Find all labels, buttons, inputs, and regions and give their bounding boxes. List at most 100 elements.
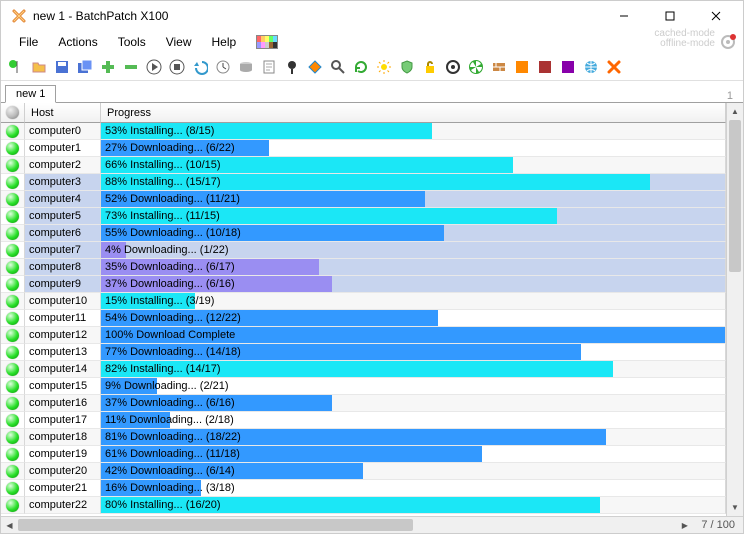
maximize-button[interactable]: [647, 1, 693, 31]
minimize-button[interactable]: [601, 1, 647, 31]
horizontal-scrollbar[interactable]: ◀ ▶ 7 / 100: [1, 516, 743, 533]
table-row[interactable]: computer2280% Installing... (16/20): [1, 497, 726, 514]
page-icon[interactable]: [260, 58, 278, 76]
table-row[interactable]: computer74% Downloading... (1/22): [1, 242, 726, 259]
toolbar: [1, 53, 743, 81]
progress-cell: 61% Downloading... (11/18): [101, 446, 726, 463]
host-cell: computer20: [25, 463, 101, 480]
brick-icon[interactable]: [490, 58, 508, 76]
tab-active[interactable]: new 1: [5, 85, 56, 103]
host-cell: computer16: [25, 395, 101, 412]
titlebar: new 1 - BatchPatch X100: [1, 1, 743, 31]
table-row[interactable]: computer2116% Downloading... (3/18): [1, 480, 726, 497]
disk-icon[interactable]: [237, 58, 255, 76]
progress-cell: 53% Installing... (8/15): [101, 123, 726, 140]
status-orb: [1, 480, 25, 497]
table-row[interactable]: computer1961% Downloading... (11/18): [1, 446, 726, 463]
menu-help[interactable]: Help: [202, 33, 247, 51]
hscroll-thumb[interactable]: [18, 519, 413, 531]
scroll-right-icon[interactable]: ▶: [676, 517, 693, 533]
table-row[interactable]: computer1881% Downloading... (18/22): [1, 429, 726, 446]
host-cell: computer19: [25, 446, 101, 463]
table-row[interactable]: computer573% Installing... (11/15): [1, 208, 726, 225]
minus-icon[interactable]: [122, 58, 140, 76]
progress-cell: 52% Downloading... (11/21): [101, 191, 726, 208]
table-row[interactable]: computer937% Downloading... (6/16): [1, 276, 726, 293]
scroll-left-icon[interactable]: ◀: [1, 517, 18, 533]
table-row[interactable]: computer835% Downloading... (6/17): [1, 259, 726, 276]
globe-icon[interactable]: [582, 58, 600, 76]
status-orb: [1, 140, 25, 157]
table-row[interactable]: computer388% Installing... (15/17): [1, 174, 726, 191]
scroll-down-icon[interactable]: ▼: [727, 499, 743, 516]
progress-cell: 77% Downloading... (14/18): [101, 344, 726, 361]
purple-icon[interactable]: [559, 58, 577, 76]
progress-cell: 37% Downloading... (6/16): [101, 276, 726, 293]
col-host[interactable]: Host: [25, 103, 101, 123]
table-row[interactable]: computer2042% Downloading... (6/14): [1, 463, 726, 480]
x-icon[interactable]: [605, 58, 623, 76]
plus-icon[interactable]: [99, 58, 117, 76]
table-row[interactable]: computer655% Downloading... (10/18): [1, 225, 726, 242]
undo-icon[interactable]: [191, 58, 209, 76]
fan-icon[interactable]: [467, 58, 485, 76]
folder-icon[interactable]: [30, 58, 48, 76]
table-row[interactable]: computer159% Downloading... (2/21): [1, 378, 726, 395]
menu-file[interactable]: File: [9, 33, 48, 51]
table-row[interactable]: computer266% Installing... (10/15): [1, 157, 726, 174]
red-icon[interactable]: [536, 58, 554, 76]
progress-cell: 42% Downloading... (6/14): [101, 463, 726, 480]
pin-icon[interactable]: [283, 58, 301, 76]
host-cell: computer22: [25, 497, 101, 514]
stop-icon[interactable]: [168, 58, 186, 76]
col-progress[interactable]: Progress: [101, 103, 726, 123]
host-cell: computer0: [25, 123, 101, 140]
sun-icon[interactable]: [375, 58, 393, 76]
status-orb: [1, 327, 25, 344]
tab-count: 1: [727, 90, 739, 102]
menu-view[interactable]: View: [156, 33, 202, 51]
tabstrip: new 1 1: [1, 81, 743, 103]
table-row[interactable]: computer1637% Downloading... (6/16): [1, 395, 726, 412]
table-row[interactable]: computer1482% Installing... (14/17): [1, 361, 726, 378]
col-indicator[interactable]: [1, 103, 25, 123]
status-orb: [1, 446, 25, 463]
saveall-icon[interactable]: [76, 58, 94, 76]
vertical-scrollbar[interactable]: ▲ ▼: [726, 103, 743, 516]
window-title: new 1 - BatchPatch X100: [33, 9, 168, 23]
status-orb: [1, 208, 25, 225]
host-cell: computer11: [25, 310, 101, 327]
scroll-up-icon[interactable]: ▲: [727, 103, 743, 120]
table-row[interactable]: computer12100% Download Complete: [1, 327, 726, 344]
close-button[interactable]: [693, 1, 739, 31]
menu-actions[interactable]: Actions: [48, 33, 107, 51]
play-icon[interactable]: [145, 58, 163, 76]
menu-tools[interactable]: Tools: [108, 33, 156, 51]
table-row[interactable]: computer1015% Installing... (3/19): [1, 293, 726, 310]
status-orb: [1, 157, 25, 174]
diamond-icon[interactable]: [306, 58, 324, 76]
host-cell: computer8: [25, 259, 101, 276]
scroll-thumb[interactable]: [729, 120, 741, 272]
shield-icon[interactable]: [398, 58, 416, 76]
table-row[interactable]: computer452% Downloading... (11/21): [1, 191, 726, 208]
progress-cell: 80% Installing... (16/20): [101, 497, 726, 514]
mag-icon[interactable]: [329, 58, 347, 76]
clock-icon[interactable]: [214, 58, 232, 76]
host-cell: computer6: [25, 225, 101, 242]
menu-palette[interactable]: [246, 33, 288, 51]
refresh-icon[interactable]: [352, 58, 370, 76]
target-icon[interactable]: [444, 58, 462, 76]
grid-header: Host Progress: [1, 103, 726, 123]
table-row[interactable]: computer1154% Downloading... (12/22): [1, 310, 726, 327]
orange-icon[interactable]: [513, 58, 531, 76]
table-row[interactable]: computer1377% Downloading... (14/18): [1, 344, 726, 361]
table-row[interactable]: computer053% Installing... (8/15): [1, 123, 726, 140]
save-icon[interactable]: [53, 58, 71, 76]
gear-icon[interactable]: [719, 33, 737, 51]
progress-cell: 27% Downloading... (6/22): [101, 140, 726, 157]
unlock-icon[interactable]: [421, 58, 439, 76]
table-row[interactable]: computer1711% Downloading... (2/18): [1, 412, 726, 429]
flag-icon[interactable]: [7, 58, 25, 76]
table-row[interactable]: computer127% Downloading... (6/22): [1, 140, 726, 157]
